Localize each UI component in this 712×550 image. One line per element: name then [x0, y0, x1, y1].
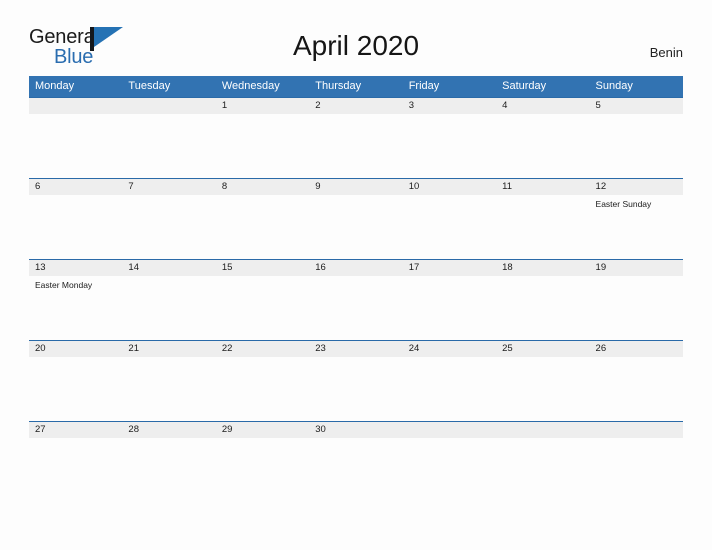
day-number[interactable] — [122, 98, 215, 114]
week-date-band: 1 2 3 4 5 — [29, 98, 683, 114]
day-event — [122, 276, 215, 340]
week-date-band: 13 14 15 16 17 18 19 — [29, 260, 683, 276]
day-number[interactable]: 7 — [122, 179, 215, 195]
day-event — [496, 276, 589, 340]
week-date-band: 27 28 29 30 — [29, 422, 683, 438]
day-number[interactable]: 18 — [496, 260, 589, 276]
weekday-sunday: Sunday — [595, 80, 633, 92]
day-event — [122, 357, 215, 421]
calendar-week-row: 13 14 15 16 17 18 19 Easter Monday — [29, 259, 683, 340]
day-event — [122, 195, 215, 259]
day-number[interactable]: 4 — [496, 98, 589, 114]
day-number[interactable]: 3 — [403, 98, 496, 114]
day-number[interactable]: 20 — [29, 341, 122, 357]
week-date-band: 6 7 8 9 10 11 12 — [29, 179, 683, 195]
weekday-tuesday: Tuesday — [128, 80, 171, 92]
day-number[interactable]: 29 — [216, 422, 309, 438]
day-number[interactable] — [29, 98, 122, 114]
day-event — [496, 195, 589, 259]
day-number[interactable]: 23 — [309, 341, 402, 357]
day-number[interactable]: 21 — [122, 341, 215, 357]
weekday-wednesday: Wednesday — [221, 80, 280, 92]
day-number[interactable]: 26 — [590, 341, 683, 357]
day-number[interactable]: 22 — [216, 341, 309, 357]
weekday-saturday: Saturday — [502, 80, 547, 92]
day-number[interactable]: 13 — [29, 260, 122, 276]
day-number[interactable]: 17 — [403, 260, 496, 276]
week-event-band: Easter Monday — [29, 276, 683, 340]
weekday-monday: Monday — [35, 80, 75, 92]
calendar-weekday-header: Monday Tuesday Wednesday Thursday Friday… — [29, 76, 683, 97]
week-date-band: 20 21 22 23 24 25 26 — [29, 341, 683, 357]
calendar-week-row: 20 21 22 23 24 25 26 — [29, 340, 683, 421]
day-event: Easter Sunday — [595, 199, 652, 209]
calendar-week-row: 6 7 8 9 10 11 12 Easter Sunday — [29, 178, 683, 259]
day-event — [309, 195, 402, 259]
day-number[interactable]: 11 — [496, 179, 589, 195]
day-event — [216, 114, 309, 178]
day-event — [496, 357, 589, 421]
day-number[interactable] — [403, 422, 496, 438]
day-event — [403, 276, 496, 340]
day-event — [403, 114, 496, 178]
day-event — [309, 276, 402, 340]
day-number[interactable] — [590, 422, 683, 438]
day-number[interactable]: 8 — [216, 179, 309, 195]
day-event — [122, 114, 215, 178]
day-number[interactable]: 28 — [122, 422, 215, 438]
week-event-band — [29, 357, 683, 421]
weekday-friday: Friday — [408, 80, 440, 92]
day-number[interactable]: 9 — [309, 179, 402, 195]
day-event — [216, 276, 309, 340]
day-event — [309, 357, 402, 421]
day-event — [216, 195, 309, 259]
day-event — [216, 357, 309, 421]
day-number[interactable]: 25 — [496, 341, 589, 357]
week-event-band — [29, 114, 683, 178]
day-event: Easter Monday — [35, 280, 93, 290]
day-event — [590, 357, 683, 421]
day-number[interactable] — [496, 422, 589, 438]
page-title: April 2020 — [292, 30, 420, 61]
day-event — [309, 114, 402, 178]
day-number[interactable]: 2 — [309, 98, 402, 114]
day-number[interactable]: 27 — [29, 422, 122, 438]
day-number[interactable]: 5 — [590, 98, 683, 114]
weekday-thursday: Thursday — [315, 80, 362, 92]
day-number[interactable]: 10 — [403, 179, 496, 195]
day-number[interactable]: 12 — [590, 179, 683, 195]
day-number[interactable]: 1 — [216, 98, 309, 114]
day-number[interactable]: 6 — [29, 179, 122, 195]
day-event — [29, 195, 122, 259]
day-number[interactable]: 15 — [216, 260, 309, 276]
week-event-band: Easter Sunday — [29, 195, 683, 259]
day-number[interactable]: 14 — [122, 260, 215, 276]
day-event — [403, 195, 496, 259]
day-number[interactable]: 30 — [309, 422, 402, 438]
day-event — [29, 114, 122, 178]
day-number[interactable]: 16 — [309, 260, 402, 276]
page-header: General Blue April 2020 Benin — [0, 0, 712, 76]
region-label: Benin — [649, 45, 683, 60]
day-number[interactable]: 24 — [403, 341, 496, 357]
day-number[interactable]: 19 — [590, 260, 683, 276]
calendar-week-row: 1 2 3 4 5 — [29, 97, 683, 178]
day-event — [403, 357, 496, 421]
day-event — [590, 276, 683, 340]
day-event — [590, 114, 683, 178]
calendar-week-row: 27 28 29 30 — [29, 421, 683, 438]
calendar-table: Monday Tuesday Wednesday Thursday Friday… — [29, 76, 683, 438]
day-event — [29, 357, 122, 421]
day-event — [496, 114, 589, 178]
